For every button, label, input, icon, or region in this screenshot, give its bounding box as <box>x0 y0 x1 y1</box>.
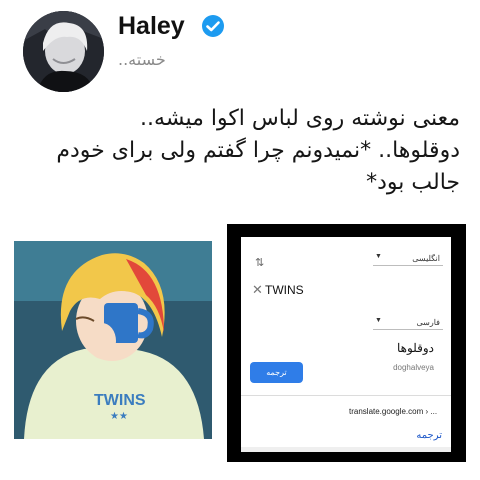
anime-illustration[interactable]: TWINS ★★ <box>14 241 212 439</box>
close-icon[interactable]: ✕ <box>252 282 263 298</box>
divider <box>241 395 451 396</box>
swap-arrows-icon[interactable]: ⇅ <box>255 256 264 269</box>
verified-badge-icon <box>202 15 224 37</box>
tweet-text: معنی نوشته روی لباس اکوا میشه.. دوقلوها.… <box>30 103 460 199</box>
chevron-down-icon: ▼ <box>375 253 382 260</box>
display-name[interactable]: Haley <box>118 12 185 41</box>
tweet-line: معنی نوشته روی لباس اکوا میشه.. <box>140 106 460 131</box>
chevron-down-icon: ▼ <box>375 317 382 324</box>
translate-card: ▼ انگلیسی ⇅ ✕ TWINS ▼ فارسی دوقلوها dogh… <box>241 237 451 452</box>
shirt-print: TWINS <box>94 392 146 409</box>
source-url[interactable]: translate.google.com › ... <box>349 407 437 416</box>
translation-result: دوقلوها <box>396 341 434 355</box>
tweet-line: جالب بود* <box>366 170 460 195</box>
svg-text:★★: ★★ <box>110 411 128 422</box>
target-language-select[interactable]: ▼ فارسی <box>373 316 443 330</box>
translate-link[interactable]: ترجمه <box>416 430 442 441</box>
tweet-line: دوقلوها.. *نمیدونم چرا گفتم ولی برای خود… <box>56 138 460 163</box>
source-text[interactable]: TWINS <box>265 283 304 297</box>
handle[interactable]: خسته.. <box>118 50 166 69</box>
avatar[interactable] <box>23 11 104 92</box>
source-language-select[interactable]: ▼ انگلیسی <box>373 252 443 266</box>
translate-button[interactable]: ترجمه <box>250 362 303 383</box>
divider <box>241 447 451 452</box>
transliteration: doghalveya <box>393 363 434 372</box>
